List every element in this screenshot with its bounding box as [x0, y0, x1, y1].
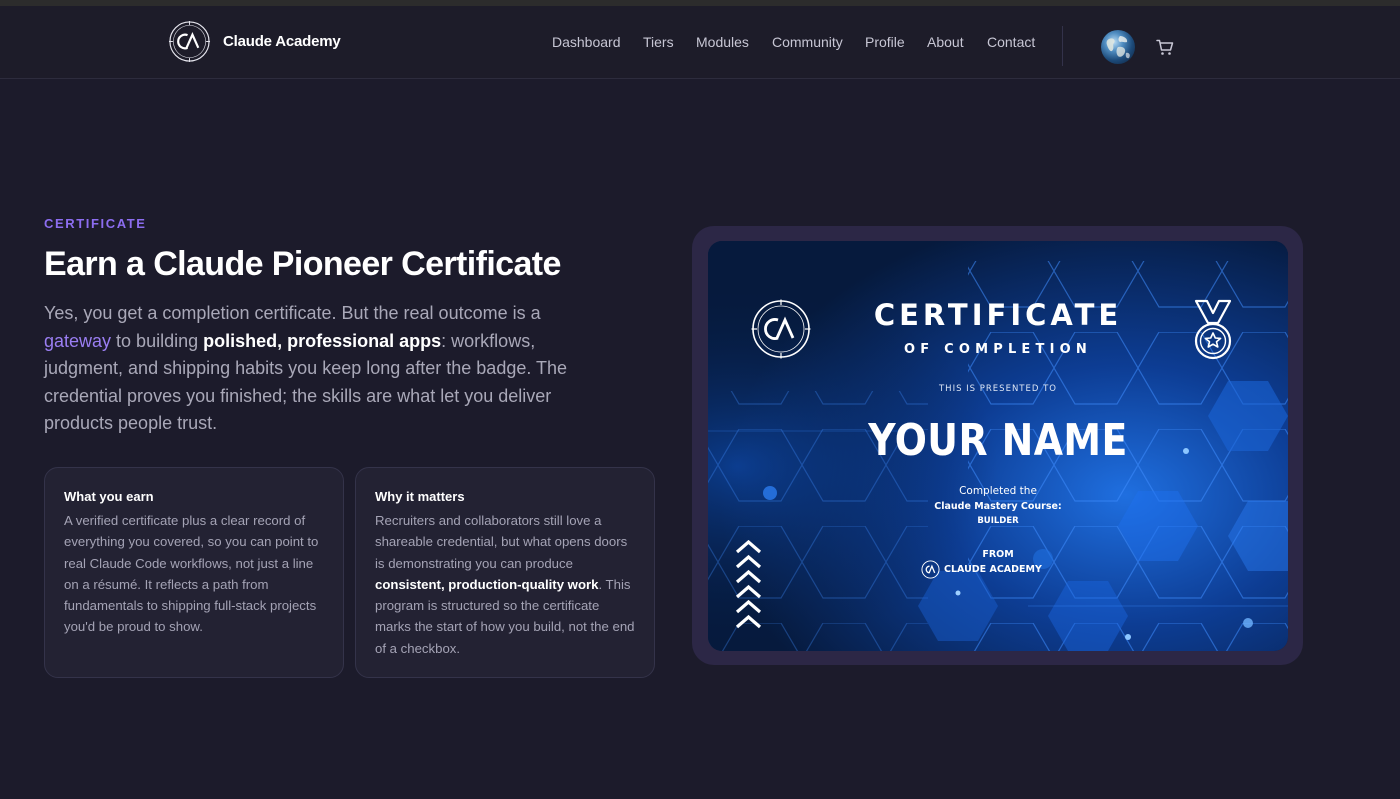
issuer-name: CLAUDE ACADEMY [944, 563, 1042, 575]
intro-strong-text: polished, professional apps [203, 330, 442, 351]
certificate-title: CERTIFICATE [873, 298, 1123, 332]
intro-text-2: to building [111, 330, 204, 351]
brand-name: Claude Academy [223, 33, 341, 50]
certificate-completed-text: Completed the [959, 485, 1037, 497]
nav-divider [1062, 26, 1063, 66]
page-title: Earn a Claude Pioneer Certificate [44, 245, 561, 283]
card-title: What you earn [64, 489, 154, 504]
cart-icon[interactable] [1156, 39, 1174, 56]
nav-link-modules[interactable]: Modules [696, 34, 749, 50]
card-body-strong: consistent, production-quality work [375, 576, 599, 592]
nav-link-about[interactable]: About [927, 34, 964, 50]
card-why-it-matters: Why it matters Recruiters and collaborat… [355, 467, 655, 678]
claude-academy-logo-icon [168, 20, 211, 63]
issuer-logo-icon [921, 559, 940, 579]
brand-link[interactable]: Claude Academy [168, 20, 341, 63]
certificate-presented-to: THIS IS PRESENTED TO [938, 384, 1057, 394]
user-avatar[interactable] [1101, 30, 1135, 64]
section-eyebrow: CERTIFICATE [44, 216, 147, 231]
card-body: Recruiters and collaborators still love … [375, 510, 635, 659]
card-title: Why it matters [375, 489, 465, 504]
nav-link-dashboard[interactable]: Dashboard [552, 34, 621, 50]
certificate-recipient-name: YOUR NAME [868, 415, 1128, 466]
nav-link-community[interactable]: Community [772, 34, 843, 50]
intro-accent-word: gateway [44, 330, 112, 351]
intro-text-1: Yes, you get a completion certificate. B… [44, 303, 541, 323]
card-body: A verified certificate plus a clear reco… [64, 513, 319, 635]
card-what-you-earn: What you earn A verified certificate plu… [44, 467, 344, 678]
certificate-image: CERTIFICATE OF COMPLETION THIS IS PRESEN… [708, 241, 1288, 651]
nav-link-contact[interactable]: Contact [987, 34, 1035, 50]
nav-link-tiers[interactable]: Tiers [643, 34, 674, 50]
nav-link-profile[interactable]: Profile [865, 34, 905, 50]
intro-paragraph: Yes, you get a completion certificate. B… [44, 300, 604, 438]
certificate-issuer: CLAUDE ACADEMY [921, 559, 1042, 579]
certificate-subtitle: OF COMPLETION [904, 342, 1092, 357]
card-body-text-1: Recruiters and collaborators still love … [375, 513, 628, 571]
chevron-up-stack-icon [735, 540, 762, 629]
certificate-course-level: BUILDER [977, 516, 1019, 526]
certificate-course-name: Claude Mastery Course: [934, 501, 1062, 512]
top-navbar: Claude Academy Dashboard Tiers Modules C… [0, 6, 1400, 79]
earth-avatar-icon [1106, 36, 1130, 59]
